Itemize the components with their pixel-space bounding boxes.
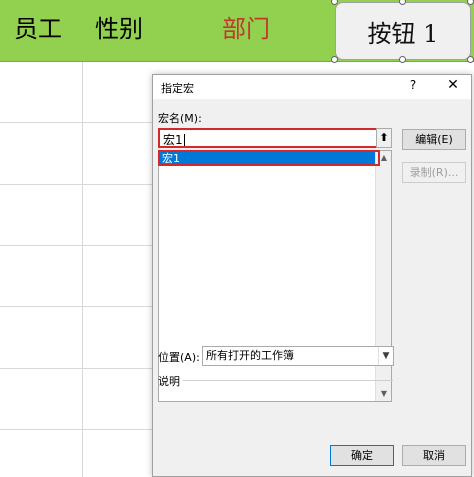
- header-cell-employee[interactable]: 员工: [14, 14, 62, 44]
- gridline: [0, 245, 152, 246]
- text-caret: [183, 134, 185, 146]
- description-label: 说明: [158, 375, 180, 388]
- arrow-up-icon[interactable]: ⬆: [376, 128, 392, 148]
- gridline: [0, 184, 152, 185]
- gridline: [0, 429, 152, 430]
- chevron-down-icon[interactable]: ▼: [376, 387, 392, 401]
- header-cell-gender[interactable]: 性别: [95, 14, 143, 44]
- edit-button[interactable]: 编辑(E): [402, 129, 466, 150]
- dialog-titlebar[interactable]: 指定宏 ? ✕: [153, 75, 471, 99]
- record-button[interactable]: 录制(R)...: [402, 162, 466, 183]
- location-label: 位置(A):: [158, 351, 200, 364]
- gridline: [82, 62, 83, 477]
- selection-handle[interactable]: [331, 56, 338, 63]
- gridline: [0, 306, 152, 307]
- highlight-box: [158, 150, 380, 166]
- close-button[interactable]: ✕: [445, 77, 461, 93]
- location-select[interactable]: 所有打开的工作簿 ▼: [202, 346, 394, 366]
- form-button[interactable]: 按钮 1: [335, 2, 471, 60]
- macro-name-input[interactable]: 宏1: [158, 128, 378, 148]
- assign-macro-dialog: 指定宏 ? ✕ 宏名(M): 宏1 ⬆ 宏1 ▲ ▼ 编辑(E) 录制(R)..…: [152, 74, 472, 477]
- selection-handle[interactable]: [467, 56, 474, 63]
- chevron-down-icon[interactable]: ▼: [378, 347, 393, 365]
- macro-name-value: 宏1: [163, 133, 183, 147]
- cancel-button[interactable]: 取消: [402, 445, 466, 466]
- ok-button[interactable]: 确定: [330, 445, 394, 466]
- macro-name-label: 宏名(M):: [158, 112, 202, 125]
- gridline: [0, 368, 152, 369]
- header-cell-department[interactable]: 部门: [222, 14, 270, 44]
- location-value: 所有打开的工作簿: [206, 349, 294, 362]
- divider: [183, 380, 393, 381]
- gridline: [0, 122, 152, 123]
- selection-handle[interactable]: [399, 56, 406, 63]
- dialog-title: 指定宏: [161, 82, 194, 95]
- help-button[interactable]: ?: [405, 78, 421, 92]
